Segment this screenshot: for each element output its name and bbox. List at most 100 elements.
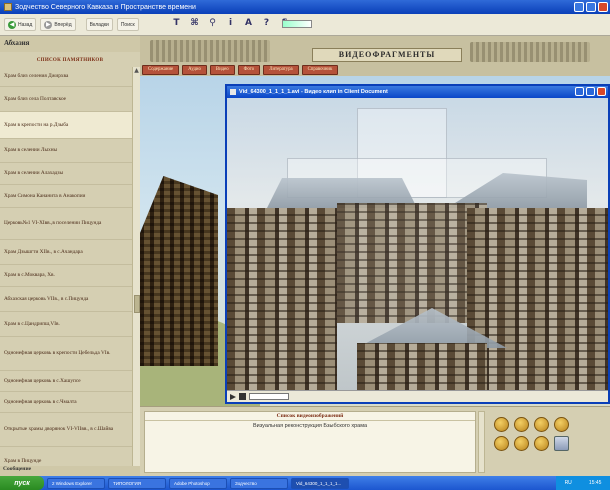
- sidebar-item[interactable]: Храм в селении Алахадзы: [0, 163, 132, 185]
- exit-icon[interactable]: [554, 436, 569, 451]
- sidebar-item[interactable]: Храм в селении Лыхны: [0, 139, 132, 163]
- sidebar-item[interactable]: Открытые храмы дворянок VI-VIIвв., в с.Ш…: [0, 413, 132, 447]
- section-tabs: Содержание Аудио Видео Фото Литература Справо…: [142, 65, 339, 75]
- video-window[interactable]: Vid_64300_1_1_1_1.avi - Видео клип in Cl…: [225, 84, 610, 404]
- close-button[interactable]: [598, 2, 608, 12]
- section-title: ВИДЕОФРАГМЕНТЫ: [312, 48, 462, 62]
- language-indicator[interactable]: RU: [565, 480, 572, 486]
- next-icon[interactable]: [554, 417, 569, 432]
- monument-list: Храм близ селения Джирхва Храм близ села …: [0, 67, 132, 475]
- caption-panel: Список видеоизображений Визуальная рекон…: [140, 406, 610, 476]
- app-icon: [4, 3, 12, 11]
- region-title: Абхазия: [0, 36, 140, 52]
- stone-wall-center: [337, 203, 487, 323]
- stone-apse: [357, 343, 487, 390]
- app-titlebar: Зодчество Северного Кавказа в Пространст…: [0, 0, 610, 14]
- forward-label: Вперёд: [54, 21, 72, 28]
- section-tab[interactable]: Справочник: [301, 65, 339, 75]
- search-button[interactable]: Поиск: [116, 18, 139, 31]
- home-icon[interactable]: [514, 436, 529, 451]
- taskbar-item[interactable]: 2 Windows Explorer: [47, 477, 105, 489]
- window-title: Зодчество Северного Кавказа в Пространст…: [15, 3, 196, 11]
- maximize-button[interactable]: [586, 2, 596, 12]
- taskbar-item[interactable]: Adobe Photoshop: [169, 477, 227, 489]
- sidebar-item[interactable]: Храм близ селения Джирхва: [0, 67, 132, 87]
- tabs-button[interactable]: Вкладки: [85, 18, 113, 31]
- sidebar-item[interactable]: Храм Симона Кананита в Анакопии: [0, 185, 132, 208]
- minimize-button[interactable]: [574, 2, 584, 12]
- monument-sidebar: Абхазия СПИСОК ПАМЯТНИКОВ Храм близ селе…: [0, 36, 140, 476]
- sidebar-item[interactable]: Храм в с.Цандрипш,VIв.: [0, 312, 132, 337]
- clock: 15:45: [588, 480, 602, 486]
- play-icon[interactable]: [230, 393, 236, 400]
- header-banner: ВИДЕОФРАГМЕНТЫ Содержание Аудио Видео Фото Л…: [140, 36, 610, 76]
- sidebar-item[interactable]: Однонефная церковь в крепости Цебельда V…: [0, 337, 132, 371]
- scroll-up-icon[interactable]: ▲: [133, 67, 140, 75]
- media-icon: [230, 89, 236, 95]
- sidebar-item[interactable]: Однонефная церковь в с.Чмалта: [0, 392, 132, 413]
- help-icon[interactable]: ?: [262, 18, 271, 28]
- last-icon[interactable]: [534, 436, 549, 451]
- section-tab[interactable]: Литература: [263, 65, 299, 75]
- sidebar-item[interactable]: Храм близ села Полтавское: [0, 87, 132, 112]
- sidebar-item[interactable]: Храм Дзышгти XIIв., в с.Ачандара: [0, 240, 132, 265]
- window-controls: [574, 2, 608, 12]
- print-icon[interactable]: T: [172, 18, 181, 28]
- stone-wall-right: [467, 208, 608, 390]
- back-label: Назад: [18, 21, 33, 28]
- section-tab[interactable]: Видео: [209, 65, 235, 75]
- video-list-item[interactable]: Визуальная реконструкция Бзыбского храма: [145, 423, 475, 429]
- font-icon[interactable]: A: [244, 18, 253, 28]
- seek-bar[interactable]: [249, 393, 289, 400]
- sidebar-item[interactable]: Храм в с.Моквара, Xв.: [0, 265, 132, 287]
- navigation-buttons: [494, 417, 571, 451]
- toolbar: ◀ Назад ▶ Вперёд Вкладки Поиск T ⌘ ⚲ ⅰ A…: [0, 14, 610, 36]
- sidebar-item[interactable]: Однонефная церковь в с.Хашупсе: [0, 371, 132, 392]
- sidebar-footer: Сообщение: [0, 466, 140, 476]
- ornament-left: [150, 40, 270, 62]
- video-list-header: Список видеоизображений: [145, 412, 475, 421]
- sidebar-item[interactable]: Храм в крепости на р.Дзыба: [0, 112, 132, 139]
- video-maximize-button[interactable]: [586, 87, 595, 96]
- section-tab[interactable]: Аудио: [182, 65, 207, 75]
- taskbar-item[interactable]: ТИПОЛОГИЯ: [108, 477, 166, 489]
- map-icon[interactable]: ⌘: [190, 18, 199, 28]
- video-minimize-button[interactable]: [575, 87, 584, 96]
- info-icon[interactable]: ⅰ: [226, 18, 235, 28]
- first-icon[interactable]: [494, 436, 509, 451]
- forward-arrow-icon: ▶: [44, 20, 53, 29]
- taskbar: пуск 2 Windows Explorer ТИПОЛОГИЯ Adobe Ph…: [0, 476, 610, 490]
- taskbar-item[interactable]: Зодчество: [230, 477, 288, 489]
- back-button[interactable]: ◀ Назад: [4, 18, 37, 31]
- system-tray: RU 15:45: [556, 476, 610, 490]
- video-window-titlebar[interactable]: Vid_64300_1_1_1_1.avi - Видео клип in Cl…: [227, 86, 608, 98]
- video-close-button[interactable]: [597, 87, 606, 96]
- sidebar-item[interactable]: Церковь№1 VI-XIвв.,в поселении Пицунда: [0, 208, 132, 240]
- back-arrow-icon: ◀: [8, 20, 16, 29]
- sidebar-item[interactable]: Абхазская церковь VIIв., в с.Пицунда: [0, 287, 132, 312]
- stop-icon[interactable]: [239, 393, 246, 400]
- ornament-right: [470, 42, 590, 62]
- ruin-wall-left: [140, 176, 218, 366]
- media-controls: [227, 390, 608, 402]
- section-tab[interactable]: Содержание: [142, 65, 180, 75]
- tabs-label: Вкладки: [89, 21, 109, 28]
- start-button[interactable]: пуск: [0, 476, 44, 490]
- toolbar-icons: T ⌘ ⚲ ⅰ A ? ¶: [172, 18, 289, 28]
- up-icon[interactable]: [514, 417, 529, 432]
- video-list-box: Список видеоизображений Визуальная рекон…: [144, 411, 476, 473]
- down-icon[interactable]: [534, 417, 549, 432]
- video-frame: [227, 98, 608, 390]
- prev-icon[interactable]: [494, 417, 509, 432]
- sidebar-scrollbar[interactable]: ▲ ▼: [132, 67, 140, 475]
- search-label: Поиск: [120, 21, 135, 28]
- taskbar-item[interactable]: Vid_64300_1_1_1_1...: [291, 477, 349, 489]
- find-icon[interactable]: ⚲: [208, 18, 217, 28]
- video-window-controls: [575, 87, 606, 96]
- volume-slider[interactable]: [282, 20, 312, 28]
- video-window-title: Vid_64300_1_1_1_1.avi - Видео клип in Cl…: [239, 89, 388, 95]
- section-tab[interactable]: Фото: [237, 65, 261, 75]
- stone-wall-left: [227, 208, 337, 390]
- forward-button[interactable]: ▶ Вперёд: [40, 18, 76, 31]
- caption-scrollbar[interactable]: [478, 411, 485, 473]
